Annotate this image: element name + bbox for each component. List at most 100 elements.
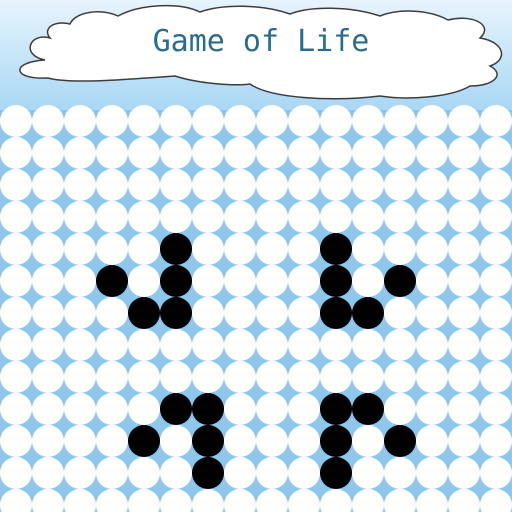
- dead-cell[interactable]: [384, 105, 416, 137]
- dead-cell[interactable]: [256, 457, 288, 489]
- dead-cell[interactable]: [480, 233, 512, 265]
- dead-cell[interactable]: [288, 489, 320, 512]
- dead-cell[interactable]: [352, 329, 384, 361]
- dead-cell[interactable]: [192, 265, 224, 297]
- live-cell[interactable]: [352, 393, 384, 425]
- dead-cell[interactable]: [224, 169, 256, 201]
- dead-cell[interactable]: [480, 393, 512, 425]
- dead-cell[interactable]: [256, 265, 288, 297]
- dead-cell[interactable]: [128, 201, 160, 233]
- dead-cell[interactable]: [448, 105, 480, 137]
- dead-cell[interactable]: [224, 233, 256, 265]
- dead-cell[interactable]: [352, 169, 384, 201]
- dead-cell[interactable]: [64, 457, 96, 489]
- dead-cell[interactable]: [0, 393, 32, 425]
- dead-cell[interactable]: [416, 329, 448, 361]
- dead-cell[interactable]: [96, 169, 128, 201]
- dead-cell[interactable]: [160, 105, 192, 137]
- dead-cell[interactable]: [288, 169, 320, 201]
- dead-cell[interactable]: [96, 393, 128, 425]
- dead-cell[interactable]: [288, 265, 320, 297]
- dead-cell[interactable]: [0, 425, 32, 457]
- dead-cell[interactable]: [32, 233, 64, 265]
- dead-cell[interactable]: [0, 361, 32, 393]
- live-cell[interactable]: [192, 393, 224, 425]
- live-cell[interactable]: [352, 297, 384, 329]
- dead-cell[interactable]: [32, 425, 64, 457]
- dead-cell[interactable]: [96, 297, 128, 329]
- live-cell[interactable]: [128, 297, 160, 329]
- dead-cell[interactable]: [128, 329, 160, 361]
- live-cell[interactable]: [160, 233, 192, 265]
- dead-cell[interactable]: [448, 201, 480, 233]
- dead-cell[interactable]: [256, 137, 288, 169]
- dead-cell[interactable]: [96, 329, 128, 361]
- live-cell[interactable]: [320, 233, 352, 265]
- dead-cell[interactable]: [128, 361, 160, 393]
- dead-cell[interactable]: [224, 361, 256, 393]
- dead-cell[interactable]: [448, 329, 480, 361]
- dead-cell[interactable]: [160, 329, 192, 361]
- dead-cell[interactable]: [288, 329, 320, 361]
- dead-cell[interactable]: [416, 425, 448, 457]
- dead-cell[interactable]: [256, 329, 288, 361]
- dead-cell[interactable]: [64, 137, 96, 169]
- dead-cell[interactable]: [224, 105, 256, 137]
- dead-cell[interactable]: [352, 233, 384, 265]
- dead-cell[interactable]: [64, 393, 96, 425]
- dead-cell[interactable]: [32, 201, 64, 233]
- dead-cell[interactable]: [448, 361, 480, 393]
- dead-cell[interactable]: [416, 265, 448, 297]
- live-cell[interactable]: [384, 425, 416, 457]
- dead-cell[interactable]: [224, 137, 256, 169]
- dead-cell[interactable]: [32, 105, 64, 137]
- dead-cell[interactable]: [384, 489, 416, 512]
- dead-cell[interactable]: [32, 361, 64, 393]
- dead-cell[interactable]: [256, 297, 288, 329]
- dead-cell[interactable]: [0, 329, 32, 361]
- dead-cell[interactable]: [288, 233, 320, 265]
- dead-cell[interactable]: [256, 169, 288, 201]
- dead-cell[interactable]: [64, 361, 96, 393]
- dead-cell[interactable]: [64, 425, 96, 457]
- live-cell[interactable]: [192, 457, 224, 489]
- dead-cell[interactable]: [96, 425, 128, 457]
- dead-cell[interactable]: [448, 137, 480, 169]
- dead-cell[interactable]: [0, 457, 32, 489]
- dead-cell[interactable]: [256, 393, 288, 425]
- dead-cell[interactable]: [288, 361, 320, 393]
- dead-cell[interactable]: [256, 201, 288, 233]
- dead-cell[interactable]: [384, 297, 416, 329]
- dead-cell[interactable]: [384, 233, 416, 265]
- dead-cell[interactable]: [224, 457, 256, 489]
- dead-cell[interactable]: [352, 105, 384, 137]
- dead-cell[interactable]: [480, 105, 512, 137]
- live-cell[interactable]: [320, 393, 352, 425]
- dead-cell[interactable]: [320, 361, 352, 393]
- dead-cell[interactable]: [416, 233, 448, 265]
- dead-cell[interactable]: [384, 457, 416, 489]
- dead-cell[interactable]: [288, 201, 320, 233]
- dead-cell[interactable]: [352, 137, 384, 169]
- dead-cell[interactable]: [64, 329, 96, 361]
- dead-cell[interactable]: [288, 105, 320, 137]
- dead-cell[interactable]: [384, 361, 416, 393]
- dead-cell[interactable]: [160, 169, 192, 201]
- dead-cell[interactable]: [192, 489, 224, 512]
- dead-cell[interactable]: [288, 393, 320, 425]
- dead-cell[interactable]: [96, 489, 128, 512]
- dead-cell[interactable]: [480, 457, 512, 489]
- dead-cell[interactable]: [192, 233, 224, 265]
- dead-cell[interactable]: [192, 137, 224, 169]
- dead-cell[interactable]: [416, 201, 448, 233]
- dead-cell[interactable]: [416, 297, 448, 329]
- dead-cell[interactable]: [352, 361, 384, 393]
- dead-cell[interactable]: [256, 425, 288, 457]
- dead-cell[interactable]: [224, 393, 256, 425]
- dead-cell[interactable]: [288, 137, 320, 169]
- dead-cell[interactable]: [64, 169, 96, 201]
- dead-cell[interactable]: [480, 329, 512, 361]
- dead-cell[interactable]: [448, 265, 480, 297]
- dead-cell[interactable]: [32, 489, 64, 512]
- dead-cell[interactable]: [128, 137, 160, 169]
